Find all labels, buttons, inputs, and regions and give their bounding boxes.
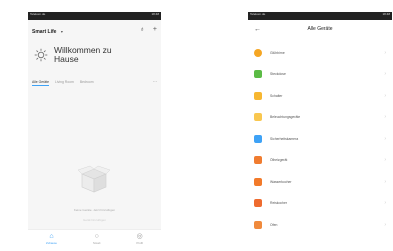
category-list: Glühbirne › Steckdose › Schalter › Beleuchtung… bbox=[248, 42, 392, 236]
camera-icon bbox=[254, 134, 262, 143]
chevron-right-icon: › bbox=[384, 157, 386, 164]
profile-icon: ◎ bbox=[136, 233, 143, 240]
nav-profile-label: Profil bbox=[136, 241, 143, 245]
category-row[interactable]: Ölheizgerät › bbox=[248, 150, 392, 172]
category-label: Glühbirne bbox=[270, 50, 285, 55]
welcome-line-2: Hause bbox=[54, 54, 79, 64]
category-label: Beleuchtungsgeräte bbox=[270, 115, 301, 120]
category-row[interactable]: Sicherheitskamera › bbox=[248, 128, 392, 150]
kettle-icon bbox=[254, 177, 262, 186]
time-text: 18:48 bbox=[382, 12, 390, 16]
chevron-right-icon: › bbox=[384, 135, 386, 142]
tab-all-devices[interactable]: Alle Geräte bbox=[32, 80, 49, 86]
chevron-down-icon: ▾ bbox=[60, 29, 63, 34]
carrier-text: Telekom.de bbox=[30, 12, 46, 16]
category-row[interactable]: Schalter › bbox=[248, 85, 392, 107]
app-title: Smart Life bbox=[32, 29, 57, 35]
home-header: Smart Life ▾ ♁ + bbox=[28, 20, 161, 38]
plug-icon bbox=[254, 70, 262, 79]
time-text: 18:48 bbox=[151, 12, 159, 16]
chevron-right-icon: › bbox=[384, 92, 386, 99]
category-row[interactable]: Glühbirne › bbox=[248, 42, 392, 64]
tabs-more-icon[interactable]: ... bbox=[153, 79, 157, 86]
scene-icon[interactable]: ♁ bbox=[140, 26, 145, 33]
add-icon[interactable]: + bbox=[153, 26, 157, 33]
category-label: Reiskocher bbox=[270, 201, 287, 206]
home-icon: ⌂ bbox=[49, 233, 54, 240]
category-row[interactable]: Ofen › bbox=[248, 214, 392, 236]
tab-bedroom[interactable]: Bedroom bbox=[80, 80, 94, 86]
nav-profile[interactable]: ◎ Profil bbox=[137, 233, 143, 245]
home-screen: Telekom.de 18:48 Smart Life ▾ ♁ + Willko… bbox=[28, 12, 161, 248]
tab-living-room[interactable]: Living Room bbox=[55, 80, 74, 86]
category-row[interactable]: Steckdose › bbox=[248, 64, 392, 86]
page-title: Alle Geräte bbox=[307, 26, 333, 32]
nav-smart[interactable]: ○ Smart bbox=[93, 233, 100, 245]
empty-state-text: Keine Geräte. Jetzt hinzufügen bbox=[73, 208, 116, 212]
home-switcher[interactable]: Smart Life ▾ bbox=[32, 20, 63, 38]
status-bar: Telekom.de 18:48 bbox=[248, 12, 392, 20]
heater-icon bbox=[254, 156, 262, 165]
nav-home-label: Zuhause bbox=[46, 241, 57, 245]
welcome-banner: Willkommen zu Hause bbox=[28, 38, 161, 70]
category-row[interactable]: Reiskocher › bbox=[248, 193, 392, 215]
empty-box-icon bbox=[77, 165, 111, 193]
chevron-right-icon: › bbox=[384, 178, 386, 185]
category-label: Steckdose bbox=[270, 72, 286, 77]
category-label: Sicherheitskamera bbox=[270, 136, 299, 141]
chevron-right-icon: › bbox=[384, 49, 386, 56]
bottom-nav: ⌂ Zuhause ○ Smart ◎ Profil bbox=[28, 229, 161, 248]
chevron-right-icon: › bbox=[384, 200, 386, 207]
add-device-link[interactable]: Gerät hinzufügen bbox=[28, 218, 161, 222]
room-tabs: Alle Geräte Living Room Bedroom ... bbox=[28, 70, 161, 86]
category-label: Ofen bbox=[270, 222, 278, 227]
rice-cooker-icon bbox=[254, 199, 262, 208]
carrier-text: Telekom.de bbox=[250, 12, 266, 16]
category-row[interactable]: Beleuchtungsgeräte › bbox=[248, 107, 392, 129]
category-row[interactable]: Wasserkocher › bbox=[248, 171, 392, 193]
chevron-right-icon: › bbox=[384, 221, 386, 228]
oven-icon bbox=[254, 220, 262, 229]
sun-icon bbox=[34, 48, 48, 62]
category-label: Wasserkocher bbox=[270, 179, 292, 184]
category-label: Ölheizgerät bbox=[270, 158, 288, 163]
status-bar: Telekom.de 18:48 bbox=[28, 12, 161, 20]
all-devices-screen: Telekom.de 18:48 ← Alle Geräte Glühbirne… bbox=[248, 12, 392, 248]
switch-icon bbox=[254, 91, 262, 100]
welcome-text: Willkommen zu Hause bbox=[54, 46, 112, 64]
nav-home[interactable]: ⌂ Zuhause bbox=[46, 233, 57, 245]
nav-smart-label: Smart bbox=[93, 241, 101, 245]
bulb-icon bbox=[254, 48, 262, 57]
smart-icon: ○ bbox=[94, 233, 99, 240]
chevron-right-icon: › bbox=[384, 114, 386, 121]
lamp-icon bbox=[254, 113, 262, 122]
category-label: Schalter bbox=[270, 93, 283, 98]
list-header: ← Alle Geräte bbox=[248, 20, 392, 38]
chevron-right-icon: › bbox=[384, 71, 386, 78]
